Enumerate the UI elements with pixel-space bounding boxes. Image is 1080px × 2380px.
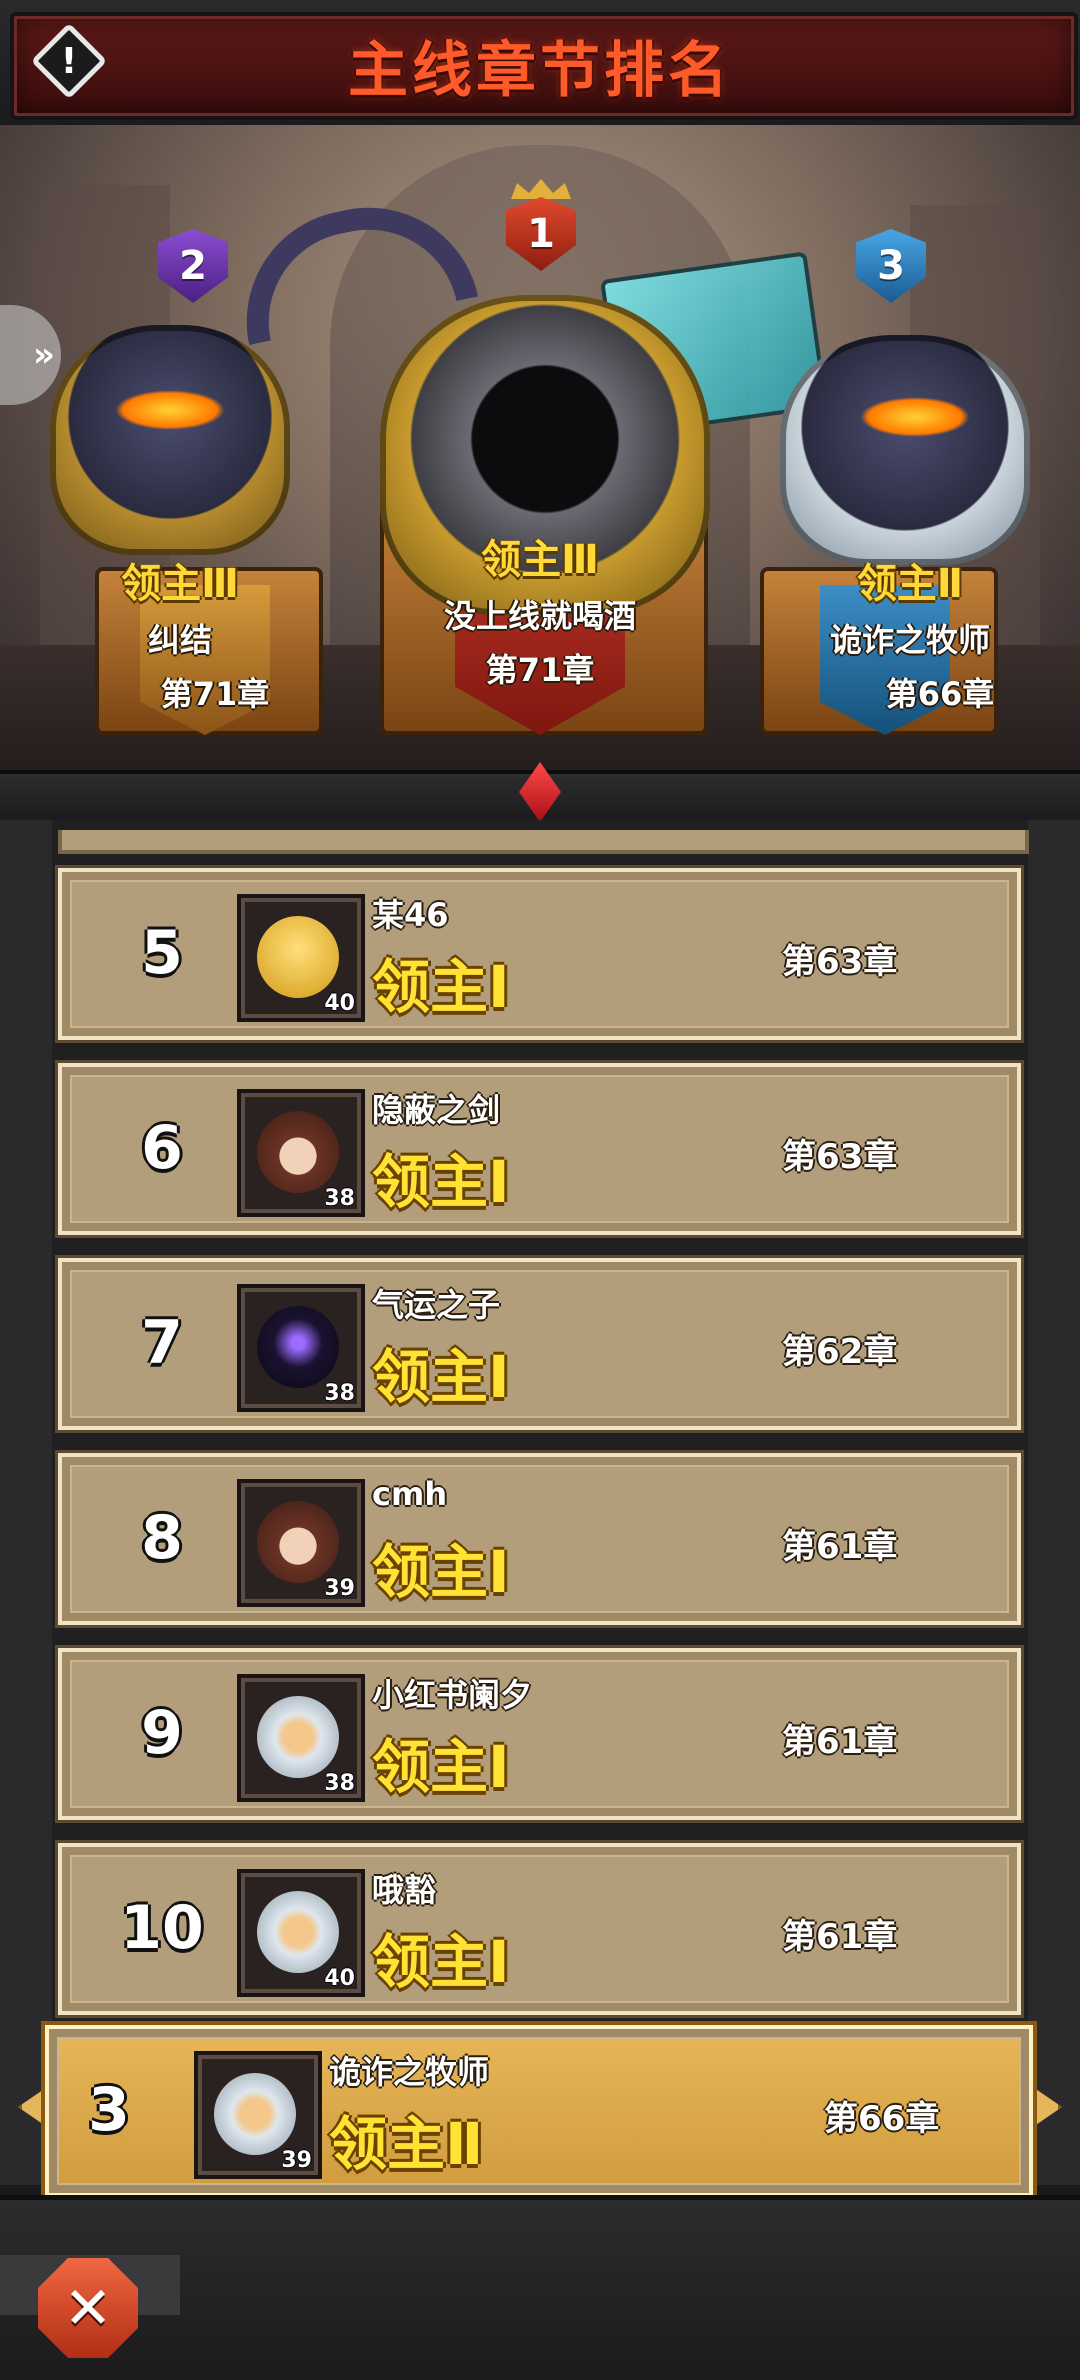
rank-number: 7 bbox=[141, 1308, 183, 1378]
level-badge: 38 bbox=[324, 1381, 355, 1406]
bottom-bar bbox=[0, 2195, 1080, 2380]
rank-number: 3 bbox=[88, 2075, 130, 2145]
player-chapter: 第62章 bbox=[782, 1332, 898, 1372]
player-chapter: 第61章 bbox=[782, 1917, 898, 1957]
rank-number: 6 bbox=[141, 1113, 183, 1183]
player-name: 哦豁 bbox=[372, 1871, 437, 1909]
player-name: 诡诈之牧师 bbox=[329, 2053, 490, 2091]
level-badge: 40 bbox=[324, 991, 355, 1016]
podium-label-second: 领主Ⅲ 纠结 第71章 bbox=[121, 561, 270, 713]
close-x-icon: ✕ bbox=[38, 2258, 138, 2358]
level-badge: 39 bbox=[324, 1576, 355, 1601]
avatar[interactable]: 38 bbox=[237, 1089, 365, 1217]
rank-number: 5 bbox=[141, 918, 183, 988]
player-name: 气运之子 bbox=[372, 1286, 501, 1324]
player-tier: 领主Ⅰ bbox=[372, 1733, 510, 1801]
title-bar: ! 主线章节排名 bbox=[0, 0, 1080, 129]
player-tier: 领主Ⅰ bbox=[372, 1538, 510, 1606]
podium-scene: » 2 1 3 领主Ⅲ 纠结 第71章 领主Ⅲ 没上线就喝酒 第71章 领主Ⅱ … bbox=[0, 125, 1080, 795]
player-chapter: 第61章 bbox=[782, 1527, 898, 1567]
player-chapter: 第66章 bbox=[824, 2099, 940, 2139]
player-tier: 领主Ⅰ bbox=[372, 953, 510, 1021]
player-chapter: 第63章 bbox=[782, 1137, 898, 1177]
list-item[interactable]: 7 38 气运之子 领主Ⅰ 第62章 bbox=[55, 1255, 1024, 1433]
player-tier: 领主Ⅰ bbox=[372, 1343, 510, 1411]
podium-label-third: 领主Ⅱ 诡诈之牧师 第66章 bbox=[829, 561, 995, 713]
avatar[interactable]: 40 bbox=[237, 1869, 365, 1997]
level-badge: 40 bbox=[324, 1966, 355, 1991]
avatar[interactable]: 39 bbox=[194, 2051, 322, 2179]
rank-number: 8 bbox=[141, 1503, 183, 1573]
podium-label-first: 领主Ⅲ 没上线就喝酒 第71章 bbox=[443, 537, 636, 689]
page-title: 主线章节排名 bbox=[348, 36, 732, 106]
rank-number: 9 bbox=[141, 1698, 183, 1768]
list-item[interactable]: 9 38 小红书阑夕 领主Ⅰ 第61章 bbox=[55, 1645, 1024, 1823]
player-tier: 领主Ⅱ bbox=[329, 2110, 484, 2178]
hero-third[interactable] bbox=[780, 335, 1030, 565]
avatar[interactable]: 38 bbox=[237, 1674, 365, 1802]
player-chapter: 第63章 bbox=[782, 942, 898, 982]
player-tier: 领主Ⅰ bbox=[372, 1928, 510, 1996]
rank-number: 10 bbox=[120, 1893, 204, 1963]
player-tier: 领主Ⅰ bbox=[372, 1148, 510, 1216]
player-name: 隐蔽之剑 bbox=[372, 1091, 501, 1129]
avatar[interactable]: 38 bbox=[237, 1284, 365, 1412]
rank-badge-3: 3 bbox=[848, 223, 934, 309]
list-item[interactable]: 6 38 隐蔽之剑 领主Ⅰ 第63章 bbox=[55, 1060, 1024, 1238]
player-name: 某46 bbox=[372, 896, 449, 934]
player-name: 小红书阑夕 bbox=[372, 1676, 533, 1714]
level-badge: 38 bbox=[324, 1186, 355, 1211]
list-item[interactable]: 10 40 哦豁 领主Ⅰ 第61章 bbox=[55, 1840, 1024, 2018]
rank-badge-2: 2 bbox=[150, 223, 236, 309]
list-item[interactable]: 8 39 cmh 领主Ⅰ 第61章 bbox=[55, 1450, 1024, 1628]
avatar[interactable]: 39 bbox=[237, 1479, 365, 1607]
my-rank-row[interactable]: 3 39 诡诈之牧师 领主Ⅱ 第66章 bbox=[41, 2021, 1037, 2201]
list-item[interactable]: 5 40 某46 领主Ⅰ 第63章 bbox=[55, 865, 1024, 1043]
list-item-partial bbox=[58, 830, 1029, 854]
close-button[interactable]: ✕ bbox=[28, 2248, 148, 2368]
level-badge: 38 bbox=[324, 1771, 355, 1796]
rank-badge-1: 1 bbox=[498, 179, 584, 277]
player-chapter: 第61章 bbox=[782, 1722, 898, 1762]
avatar[interactable]: 40 bbox=[237, 894, 365, 1022]
level-badge: 39 bbox=[281, 2148, 312, 2173]
player-name: cmh bbox=[372, 1475, 448, 1513]
hero-second[interactable] bbox=[50, 325, 290, 555]
